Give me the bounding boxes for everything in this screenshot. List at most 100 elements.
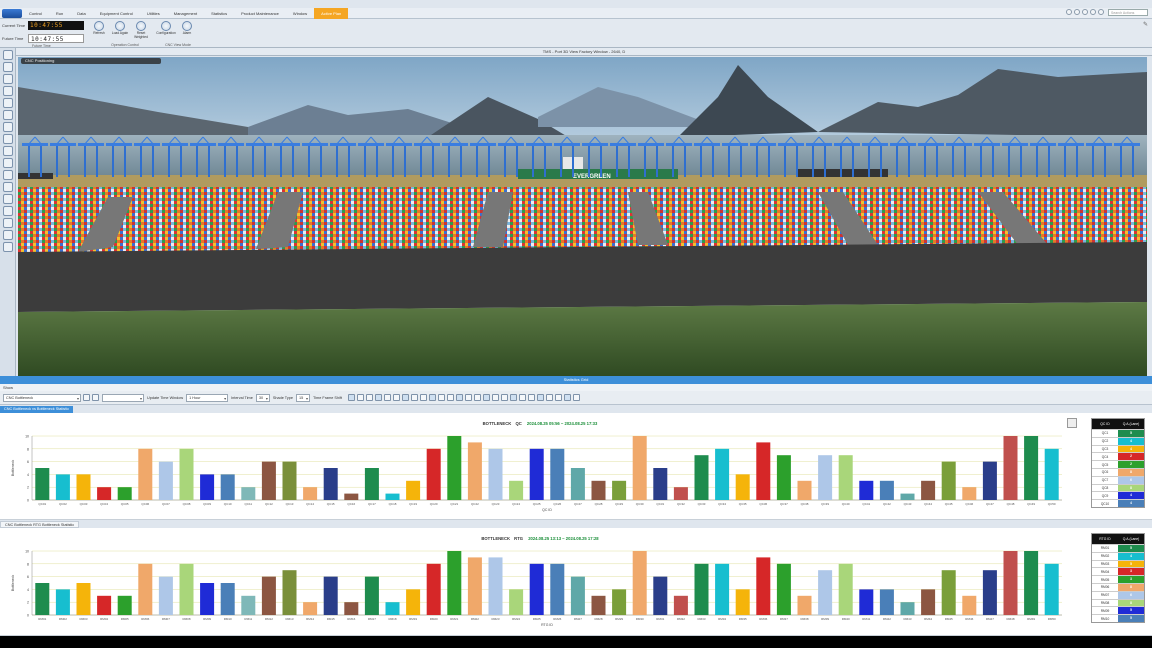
legend-row[interactable]: QC7 6 [1092, 475, 1144, 484]
bar[interactable] [982, 461, 997, 500]
clock-icon[interactable] [2, 86, 13, 96]
legend-row[interactable]: RM06 8 [1092, 582, 1144, 591]
toolbar-tool-icon[interactable] [438, 394, 446, 401]
toolbar-tool-icon[interactable] [456, 394, 464, 401]
bar[interactable] [921, 480, 936, 500]
export-icon[interactable] [1067, 418, 1077, 428]
bar[interactable] [97, 595, 112, 615]
bar[interactable] [591, 480, 606, 500]
bar[interactable] [838, 455, 853, 500]
bar[interactable] [385, 493, 400, 500]
bar[interactable] [200, 474, 215, 500]
settings-icon[interactable] [1074, 9, 1080, 15]
toolbar-tool-icon[interactable] [375, 394, 383, 401]
bar[interactable] [97, 487, 112, 500]
bar[interactable] [1024, 551, 1039, 615]
bar[interactable] [241, 487, 256, 500]
legend-row[interactable]: QC4 2 [1092, 452, 1144, 461]
network-icon[interactable] [2, 98, 13, 108]
bar[interactable] [344, 493, 359, 500]
bar[interactable] [158, 576, 173, 615]
menu-equipment-control[interactable]: Equipment Control [93, 8, 140, 19]
crane-icon[interactable] [2, 122, 13, 132]
legend-row[interactable]: QC3 4 [1092, 444, 1144, 453]
bar[interactable] [426, 563, 441, 615]
bar[interactable] [447, 551, 462, 615]
toolbar-tool-icon[interactable] [501, 394, 509, 401]
menu-control[interactable]: Control [22, 8, 49, 19]
legend-row[interactable]: RM10 5 [1092, 614, 1144, 622]
bar[interactable] [344, 602, 359, 615]
menu-active-plan[interactable]: Active Plan [314, 7, 349, 19]
blank-select[interactable] [102, 393, 144, 402]
bar[interactable] [220, 583, 235, 615]
bar[interactable] [179, 563, 194, 615]
bar[interactable] [406, 480, 421, 500]
bar[interactable] [467, 557, 482, 615]
bar[interactable] [921, 589, 936, 615]
bar[interactable] [570, 468, 585, 500]
toolbar-tool-icon[interactable] [519, 394, 527, 401]
bar[interactable] [591, 595, 606, 615]
bar[interactable] [488, 557, 503, 615]
bar[interactable] [35, 468, 50, 500]
bar[interactable] [962, 595, 977, 615]
refresh-icon[interactable] [92, 394, 99, 401]
bar[interactable] [447, 436, 462, 500]
bar[interactable] [550, 563, 565, 615]
reset-weighted-button[interactable]: Reset Weighted [131, 20, 151, 40]
bar[interactable] [76, 583, 91, 615]
layout-select[interactable]: CNC Bottleneck [3, 393, 81, 402]
toolbar-tool-icon[interactable] [366, 394, 374, 401]
legend-row[interactable]: QC2 4 [1092, 436, 1144, 445]
help-icon[interactable] [1066, 9, 1072, 15]
folder-icon[interactable] [2, 242, 13, 252]
bar[interactable] [756, 557, 771, 615]
bar[interactable] [612, 589, 627, 615]
toolbar-tool-icon[interactable] [393, 394, 401, 401]
legend-row[interactable]: QC1 5 [1092, 429, 1144, 437]
bar[interactable] [673, 487, 688, 500]
alarm-button[interactable]: Alarm [177, 20, 197, 40]
bar[interactable] [735, 589, 750, 615]
bar[interactable] [859, 589, 874, 615]
zoom-icon[interactable] [2, 110, 13, 120]
bar[interactable] [529, 448, 544, 500]
bar[interactable] [838, 563, 853, 615]
bar[interactable] [303, 487, 318, 500]
toolbar-tool-icon[interactable] [573, 394, 581, 401]
bar[interactable] [570, 576, 585, 615]
bar[interactable] [818, 570, 833, 615]
bar[interactable] [426, 448, 441, 500]
bar[interactable] [735, 474, 750, 500]
bar[interactable] [509, 589, 524, 615]
bar[interactable] [406, 589, 421, 615]
bar[interactable] [138, 563, 153, 615]
bar[interactable] [632, 436, 647, 500]
bar[interactable] [715, 563, 730, 615]
toolbar-tool-icon[interactable] [465, 394, 473, 401]
bar[interactable] [962, 487, 977, 500]
bar[interactable] [241, 595, 256, 615]
layers-icon[interactable] [2, 134, 13, 144]
bar[interactable] [117, 487, 132, 500]
bar[interactable] [797, 480, 812, 500]
legend-row[interactable]: RM03 5 [1092, 559, 1144, 568]
bar[interactable] [982, 570, 997, 615]
legend-row[interactable]: RM02 4 [1092, 551, 1144, 560]
bar[interactable] [776, 563, 791, 615]
camera-icon[interactable] [2, 206, 13, 216]
bar[interactable] [55, 474, 70, 500]
bar[interactable] [941, 570, 956, 615]
pin-icon[interactable]: ✎ [1143, 21, 1148, 28]
legend-row[interactable]: QC9 4 [1092, 491, 1144, 500]
bar[interactable] [529, 563, 544, 615]
toolbar-tool-icon[interactable] [447, 394, 455, 401]
bar[interactable] [1044, 448, 1059, 500]
bar[interactable] [323, 576, 338, 615]
toolbar-tool-icon[interactable] [555, 394, 563, 401]
bar[interactable] [261, 461, 276, 500]
chart-icon[interactable] [2, 146, 13, 156]
toolbar-tool-icon[interactable] [528, 394, 536, 401]
bar[interactable] [900, 602, 915, 615]
